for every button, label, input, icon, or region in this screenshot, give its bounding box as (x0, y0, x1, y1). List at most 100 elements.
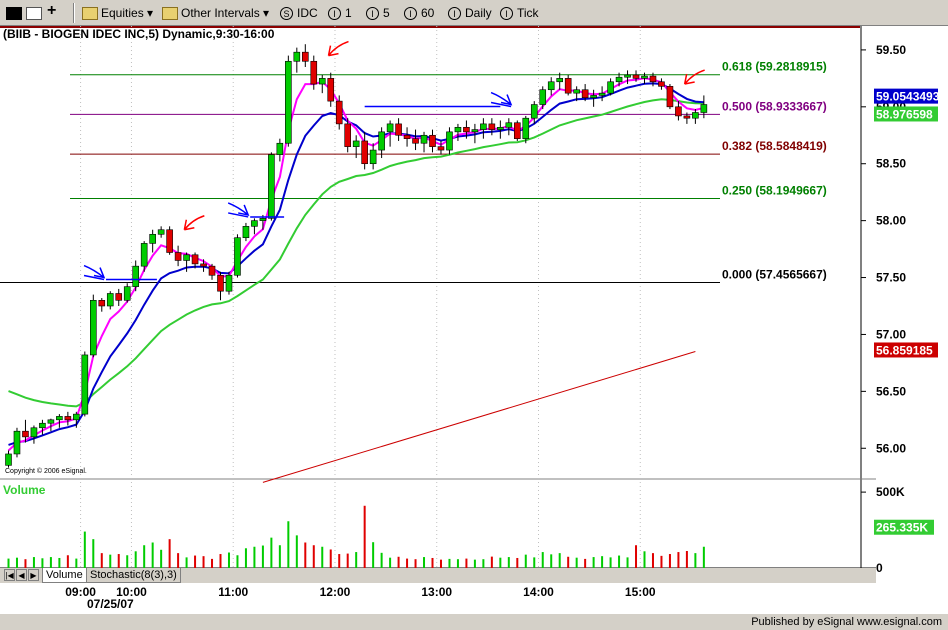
price-tag-label: 56.859185 (876, 343, 933, 357)
interval-60-button[interactable]: I 60 (404, 4, 434, 22)
volume-bar (211, 558, 214, 568)
interval-label: Daily (465, 6, 492, 20)
candle-up (624, 74, 631, 78)
candle-up (5, 453, 12, 466)
folder-icon (162, 7, 178, 21)
candle-down (513, 122, 521, 139)
tab-volume[interactable]: Volume (42, 568, 87, 583)
candle-down (437, 146, 445, 151)
volume-bar (668, 554, 671, 568)
candle-down (649, 75, 657, 83)
candle-up (556, 78, 564, 83)
interval-glyph: I (366, 7, 379, 21)
volume-bar (346, 553, 349, 568)
candle-down (675, 106, 682, 117)
price-tick-label: 56.50 (876, 384, 906, 398)
candle-up (56, 416, 63, 421)
interval-1-button[interactable]: I1 (328, 4, 352, 22)
volume-bar (541, 552, 544, 568)
price-tick-label: 57.50 (876, 271, 906, 285)
candle-up (106, 293, 114, 307)
volume-bar (253, 546, 256, 568)
candle-up (183, 254, 190, 261)
volume-tag-label: 265.335K (876, 521, 928, 535)
fib-level-label: 0.382 (58.5848419) (722, 139, 827, 153)
properties-icon[interactable] (26, 4, 45, 22)
candle-up (73, 413, 80, 421)
volume-tick-label: 500K (876, 485, 905, 499)
volume-bar (473, 559, 476, 568)
volume-bar (75, 558, 78, 568)
volume-bar (626, 557, 629, 568)
price-tick-label: 56.00 (876, 441, 906, 455)
candle-down (174, 252, 182, 261)
candle-up (530, 104, 538, 119)
next-tab-button[interactable]: ▶ (28, 569, 39, 581)
date-label: 07/25/07 (87, 597, 134, 611)
toolbar-separator (73, 3, 75, 23)
candle-down (327, 78, 335, 102)
price-tag-label: 59.0543493 (876, 90, 940, 104)
chart-title: (BIIB - BIOGEN IDEC INC,5) Dynamic,9:30-… (3, 27, 275, 41)
volume-bar (15, 557, 18, 568)
candle-down (191, 254, 199, 265)
first-tab-button[interactable]: |◀ (4, 569, 15, 581)
symbol-button[interactable]: S IDC (280, 4, 318, 22)
folder-icon (82, 7, 98, 21)
interval-daily-button[interactable]: I Daily (448, 4, 492, 22)
volume-bar (465, 558, 468, 568)
volume-bar (151, 542, 154, 568)
candle-down (683, 115, 691, 119)
candle-up (293, 51, 301, 62)
toolbar: + Equities ▾ Other Intervals ▾ S IDC I1 I… (0, 0, 948, 26)
candle-down (310, 60, 318, 85)
candle-up (123, 286, 131, 301)
candle-down (361, 140, 368, 165)
interval-5-button[interactable]: I5 (366, 4, 390, 22)
chart-window-icon[interactable] (6, 4, 25, 22)
candle-up (157, 229, 165, 235)
candle-up (234, 237, 241, 276)
candle-up (81, 354, 89, 415)
volume-bar (143, 545, 146, 568)
interval-tick-button[interactable]: I Tick (500, 4, 539, 22)
volume-bar (651, 553, 654, 568)
volume-bar (516, 557, 519, 568)
candle-down (22, 430, 29, 438)
volume-bar (507, 557, 510, 568)
interval-glyph: I (328, 7, 341, 21)
other-intervals-menu-button[interactable]: Other Intervals ▾ (162, 4, 269, 22)
price-tick-label: 59.50 (876, 43, 906, 57)
volume-bar (194, 555, 197, 568)
tab-stochastic[interactable]: Stochastic(8(3),3) (86, 568, 181, 583)
candle-up (13, 430, 21, 455)
price-chart[interactable]: 0.618 (59.2818915) 0.500 (58.9333667) 0.38… (0, 26, 948, 614)
volume-bar (219, 554, 222, 568)
volume-bar (584, 558, 587, 568)
volume-bar (49, 557, 52, 568)
volume-bar (295, 535, 298, 568)
candle-down (335, 100, 343, 125)
volume-bar (236, 555, 239, 568)
candle-down (488, 123, 496, 130)
volume-title: Volume (3, 483, 46, 497)
time-tick-label: 14:00 (523, 585, 554, 599)
volume-bar (702, 546, 705, 568)
candle-up (268, 154, 275, 219)
prev-tab-button[interactable]: ◀ (16, 569, 27, 581)
volume-bar (397, 556, 400, 568)
price-tick-label: 57.00 (876, 327, 906, 341)
volume-bar (177, 553, 180, 568)
volume-bar (439, 559, 442, 568)
interval-label: 60 (421, 6, 435, 20)
equities-menu-button[interactable]: Equities ▾ (82, 4, 153, 22)
candle-up (140, 243, 148, 267)
add-icon[interactable]: + (47, 2, 56, 20)
volume-bar (372, 542, 375, 568)
candle-up (505, 122, 513, 128)
candle-down (412, 138, 419, 144)
candle-up (420, 134, 428, 144)
fib-level-label: 0.500 (58.9333667) (722, 99, 827, 113)
volume-bar (168, 539, 171, 568)
volume-bar (100, 553, 103, 568)
